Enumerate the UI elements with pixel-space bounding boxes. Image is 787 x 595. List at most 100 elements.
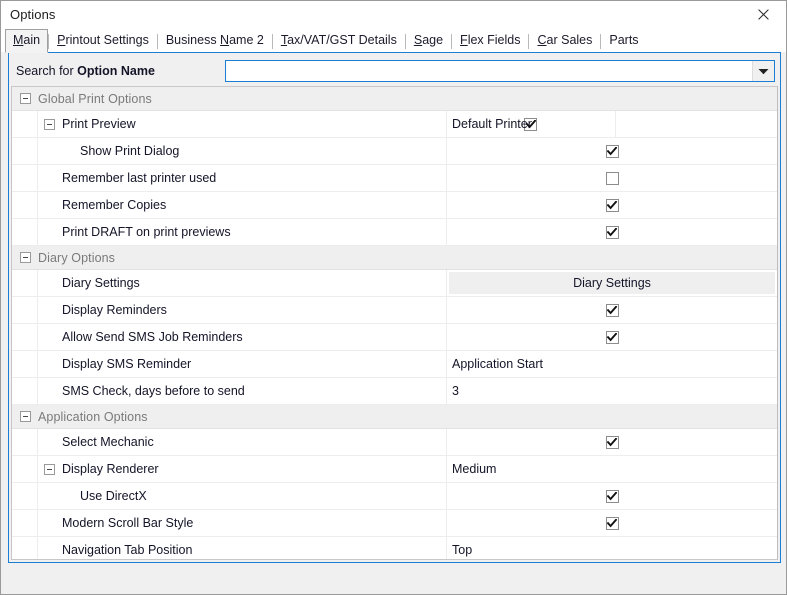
option-row[interactable]: Navigation Tab Position Top (12, 537, 777, 559)
option-value-cell[interactable] (447, 192, 777, 218)
expander-spacer (44, 227, 55, 238)
option-value-cell[interactable]: Top (447, 537, 777, 559)
option-value-cell[interactable]: Medium (447, 456, 777, 482)
option-name-cell: Use DirectX (38, 483, 447, 509)
option-name-label: Modern Scroll Bar Style (62, 516, 194, 530)
minus-glyph (47, 468, 52, 470)
group-header-label: Application Options (38, 409, 148, 424)
option-row[interactable]: Diary Settings Diary Settings (12, 270, 777, 297)
expander-spacer (44, 173, 55, 184)
expander-spacer (44, 545, 55, 556)
option-value-cell[interactable] (447, 165, 777, 191)
tab-tax-vat-gst-details[interactable]: Tax/VAT/GST Details (273, 29, 405, 52)
tab-sage[interactable]: Sage (406, 29, 451, 52)
collapse-minus-icon[interactable] (20, 411, 31, 422)
search-dropdown-button[interactable] (752, 60, 774, 81)
collapse-minus-icon[interactable] (44, 118, 55, 130)
group-header[interactable]: Diary Options (12, 246, 777, 270)
option-value-cell[interactable] (447, 297, 777, 323)
option-row[interactable]: Display Reminders (12, 297, 777, 324)
option-value-label: Diary Settings (573, 276, 651, 290)
option-row[interactable]: Modern Scroll Bar Style (12, 510, 777, 537)
option-row[interactable]: Display SMS Reminder Application Start (12, 351, 777, 378)
expander-spacer (44, 278, 55, 289)
option-value-cell[interactable] (447, 219, 777, 245)
option-name-cell: Print Preview (38, 111, 447, 137)
tab-flex-fields[interactable]: Flex Fields (452, 29, 528, 52)
collapse-minus-icon[interactable] (44, 463, 55, 475)
tab-strip: Main Printout Settings Business Name 2 Tax/… (1, 28, 786, 53)
tab-accelerator: P (57, 33, 66, 47)
minus-glyph (23, 416, 28, 417)
option-name-label: Diary Settings (62, 276, 140, 290)
row-indent-rail (12, 138, 38, 164)
tab-business-name-2[interactable]: Business Name 2 (158, 29, 272, 52)
group-header[interactable]: Global Print Options (12, 87, 777, 111)
tab-accelerator: F (460, 33, 468, 47)
check-icon (607, 305, 617, 314)
search-input[interactable] (225, 60, 752, 81)
chevron-down-icon (758, 64, 769, 78)
checkbox-checked[interactable] (605, 435, 619, 449)
option-value-cell[interactable]: Diary Settings (447, 270, 777, 296)
checkbox-checked[interactable] (605, 198, 619, 212)
checkbox-checked[interactable] (605, 144, 619, 158)
checkbox-checked[interactable] (605, 303, 619, 317)
option-name-cell: Display SMS Reminder (38, 351, 447, 377)
tab-printout-settings[interactable]: Printout Settings (49, 29, 157, 52)
search-row: Search for Option Name (11, 55, 778, 86)
search-combobox[interactable] (224, 59, 775, 82)
title-bar: Options (1, 1, 786, 28)
checkbox-unchecked[interactable] (605, 171, 619, 185)
option-row[interactable]: Show Print Dialog (12, 138, 777, 165)
option-value-label: Default Printer (452, 117, 532, 131)
option-value-cell[interactable]: Application Start (447, 351, 777, 377)
option-extra-cell[interactable] (616, 111, 777, 137)
expander-spacer (44, 437, 55, 448)
checkbox-checked[interactable] (605, 330, 619, 344)
row-indent-rail (12, 510, 38, 536)
option-row[interactable]: SMS Check, days before to send 3 (12, 378, 777, 405)
option-value-label: Top (452, 543, 473, 557)
option-name-cell: Navigation Tab Position (38, 537, 447, 559)
option-row[interactable]: Display Renderer Medium (12, 456, 777, 483)
checkbox-checked[interactable] (605, 489, 619, 503)
expander-spacer (44, 386, 55, 397)
option-value-cell[interactable] (447, 324, 777, 350)
minus-glyph (23, 257, 28, 258)
tab-accelerator: T (280, 33, 288, 47)
option-row[interactable]: Print Preview Default Printer (12, 111, 777, 138)
option-value-cell[interactable] (447, 138, 777, 164)
collapse-minus-icon[interactable] (20, 252, 31, 263)
row-indent-rail (12, 537, 38, 559)
option-row[interactable]: Print DRAFT on print previews (12, 219, 777, 246)
expander-spacer (44, 146, 55, 157)
collapse-minus-icon[interactable] (20, 93, 31, 104)
option-row[interactable]: Select Mechanic (12, 429, 777, 456)
option-value-label: 3 (452, 384, 459, 398)
options-panel: Search for Option Name Global Print Opti… (8, 52, 781, 563)
option-name-label: Display Reminders (62, 303, 167, 317)
tab-main[interactable]: Main (5, 29, 49, 53)
close-button[interactable] (741, 1, 786, 28)
options-grid[interactable]: Global Print Options Print Preview Default… (11, 86, 778, 560)
row-indent-rail (12, 165, 38, 191)
option-name-cell: Display Renderer (38, 456, 447, 482)
option-value-cell[interactable]: 3 (447, 378, 777, 404)
option-value-cell[interactable] (447, 510, 777, 536)
checkbox-checked[interactable] (605, 516, 619, 530)
expander-spacer (44, 332, 55, 343)
options-dialog: Options Main Printout Settings Business Na… (0, 0, 787, 595)
tab-car-sales[interactable]: Car Sales (529, 29, 600, 52)
check-icon (607, 437, 617, 446)
option-row[interactable]: Use DirectX (12, 483, 777, 510)
tab-parts[interactable]: Parts (601, 29, 646, 52)
option-value-cell[interactable] (447, 429, 777, 455)
option-value-cell[interactable] (447, 483, 777, 509)
diary-settings-button[interactable]: Diary Settings (449, 272, 775, 294)
checkbox-checked[interactable] (605, 225, 619, 239)
option-row[interactable]: Remember last printer used (12, 165, 777, 192)
group-header[interactable]: Application Options (12, 405, 777, 429)
option-row[interactable]: Remember Copies (12, 192, 777, 219)
option-row[interactable]: Allow Send SMS Job Reminders (12, 324, 777, 351)
